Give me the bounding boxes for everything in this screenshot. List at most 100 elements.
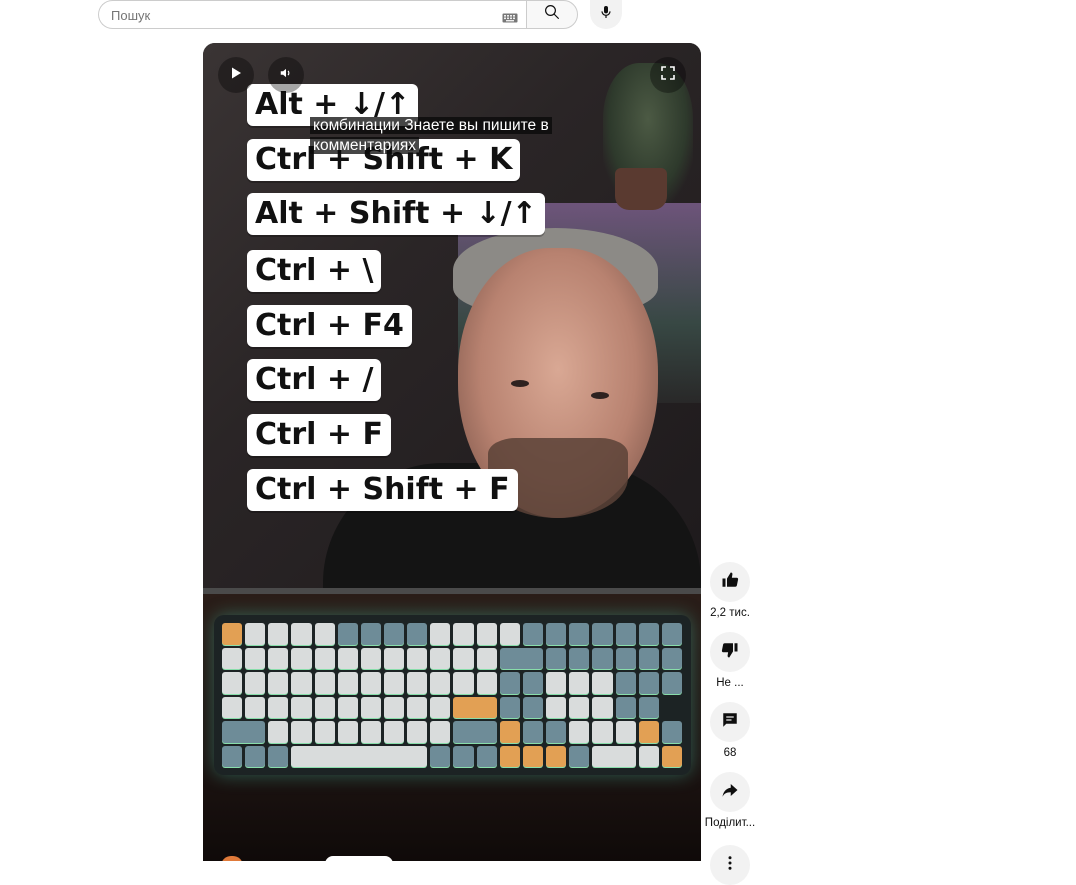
- key: [476, 745, 497, 767]
- key: [337, 721, 358, 743]
- key: [592, 721, 613, 743]
- fullscreen-button[interactable]: [650, 57, 686, 93]
- key: [569, 721, 590, 743]
- key: [291, 672, 312, 694]
- key: [268, 623, 289, 645]
- shortcut-label: Ctrl + F: [247, 414, 391, 456]
- key: [430, 647, 451, 669]
- video-player[interactable]: Alt + ↓/↑ Ctrl + Shift + K Alt + Shift +…: [203, 43, 701, 861]
- key: [222, 672, 243, 694]
- key: [592, 647, 613, 669]
- share-button[interactable]: [710, 772, 750, 812]
- key: [476, 647, 497, 669]
- key: [384, 647, 405, 669]
- volume-button[interactable]: [268, 57, 304, 93]
- key: [291, 623, 312, 645]
- voice-search-button[interactable]: [590, 0, 622, 29]
- key: [522, 672, 544, 694]
- like-count: 2,2 тис.: [710, 607, 750, 619]
- shortcut-label: Ctrl + \: [247, 250, 382, 292]
- key: [546, 721, 567, 743]
- key: [291, 647, 312, 669]
- key: [291, 721, 312, 743]
- fullscreen-icon: [661, 65, 675, 85]
- key: [592, 672, 613, 694]
- key: [638, 672, 659, 694]
- keyboard-keys: [222, 623, 682, 767]
- video-keyboard: [214, 615, 691, 775]
- shortcut-label: Ctrl + /: [247, 359, 382, 401]
- key: [569, 623, 590, 645]
- keyboard-icon[interactable]: [502, 10, 518, 28]
- key: [245, 623, 266, 645]
- key: [661, 672, 682, 694]
- mic-icon: [598, 3, 614, 26]
- key: [592, 623, 613, 645]
- key: [546, 696, 567, 718]
- key: [360, 623, 382, 645]
- play-button[interactable]: [218, 57, 254, 93]
- key: [546, 745, 567, 767]
- key: [661, 623, 682, 645]
- key: [384, 623, 405, 645]
- key: [615, 696, 636, 718]
- dislike-button[interactable]: [710, 632, 750, 672]
- key: [615, 721, 636, 743]
- key: [384, 721, 405, 743]
- key: [453, 647, 474, 669]
- key: [360, 672, 382, 694]
- key: [592, 745, 636, 767]
- key: [407, 672, 428, 694]
- shortcut-label: Alt + Shift + ↓/↑: [247, 193, 545, 235]
- key: [407, 696, 428, 718]
- key: [569, 672, 590, 694]
- subscribe-button[interactable]: [325, 856, 393, 861]
- key: [222, 721, 266, 743]
- comment-icon: [721, 711, 739, 734]
- key: [661, 721, 682, 743]
- thumb-down-icon: [721, 641, 739, 664]
- share-label: Поділит...: [704, 817, 756, 829]
- key: [337, 623, 358, 645]
- video-person-eye: [591, 392, 609, 399]
- key: [337, 696, 358, 718]
- key: [360, 696, 382, 718]
- key: [499, 647, 544, 669]
- key: [453, 672, 474, 694]
- key: [569, 696, 590, 718]
- key: [453, 696, 497, 718]
- key: [314, 696, 335, 718]
- key: [245, 696, 266, 718]
- key: [268, 672, 289, 694]
- comments-button[interactable]: [710, 702, 750, 742]
- key: [522, 745, 544, 767]
- comments-action: 68: [703, 702, 757, 760]
- search-input[interactable]: [111, 6, 491, 24]
- key: [314, 672, 335, 694]
- key: [615, 672, 636, 694]
- key: [569, 647, 590, 669]
- key: [337, 647, 358, 669]
- key: [291, 745, 428, 767]
- shortcut-label: Ctrl + F4: [247, 305, 412, 347]
- key: [360, 721, 382, 743]
- search-box: [98, 0, 526, 29]
- key: [222, 623, 243, 645]
- key: [522, 696, 544, 718]
- key: [245, 647, 266, 669]
- key: [407, 721, 428, 743]
- key: [430, 721, 451, 743]
- key: [245, 745, 266, 767]
- more-button[interactable]: [710, 845, 750, 885]
- key: [268, 721, 289, 743]
- key: [430, 696, 451, 718]
- key: [360, 647, 382, 669]
- volume-icon: [279, 66, 293, 85]
- key: [476, 672, 497, 694]
- key: [522, 623, 544, 645]
- key: [615, 623, 636, 645]
- more-vertical-icon: [721, 854, 739, 877]
- like-button[interactable]: [710, 562, 750, 602]
- search-button[interactable]: [526, 0, 578, 29]
- dislike-action: Не ...: [703, 632, 757, 690]
